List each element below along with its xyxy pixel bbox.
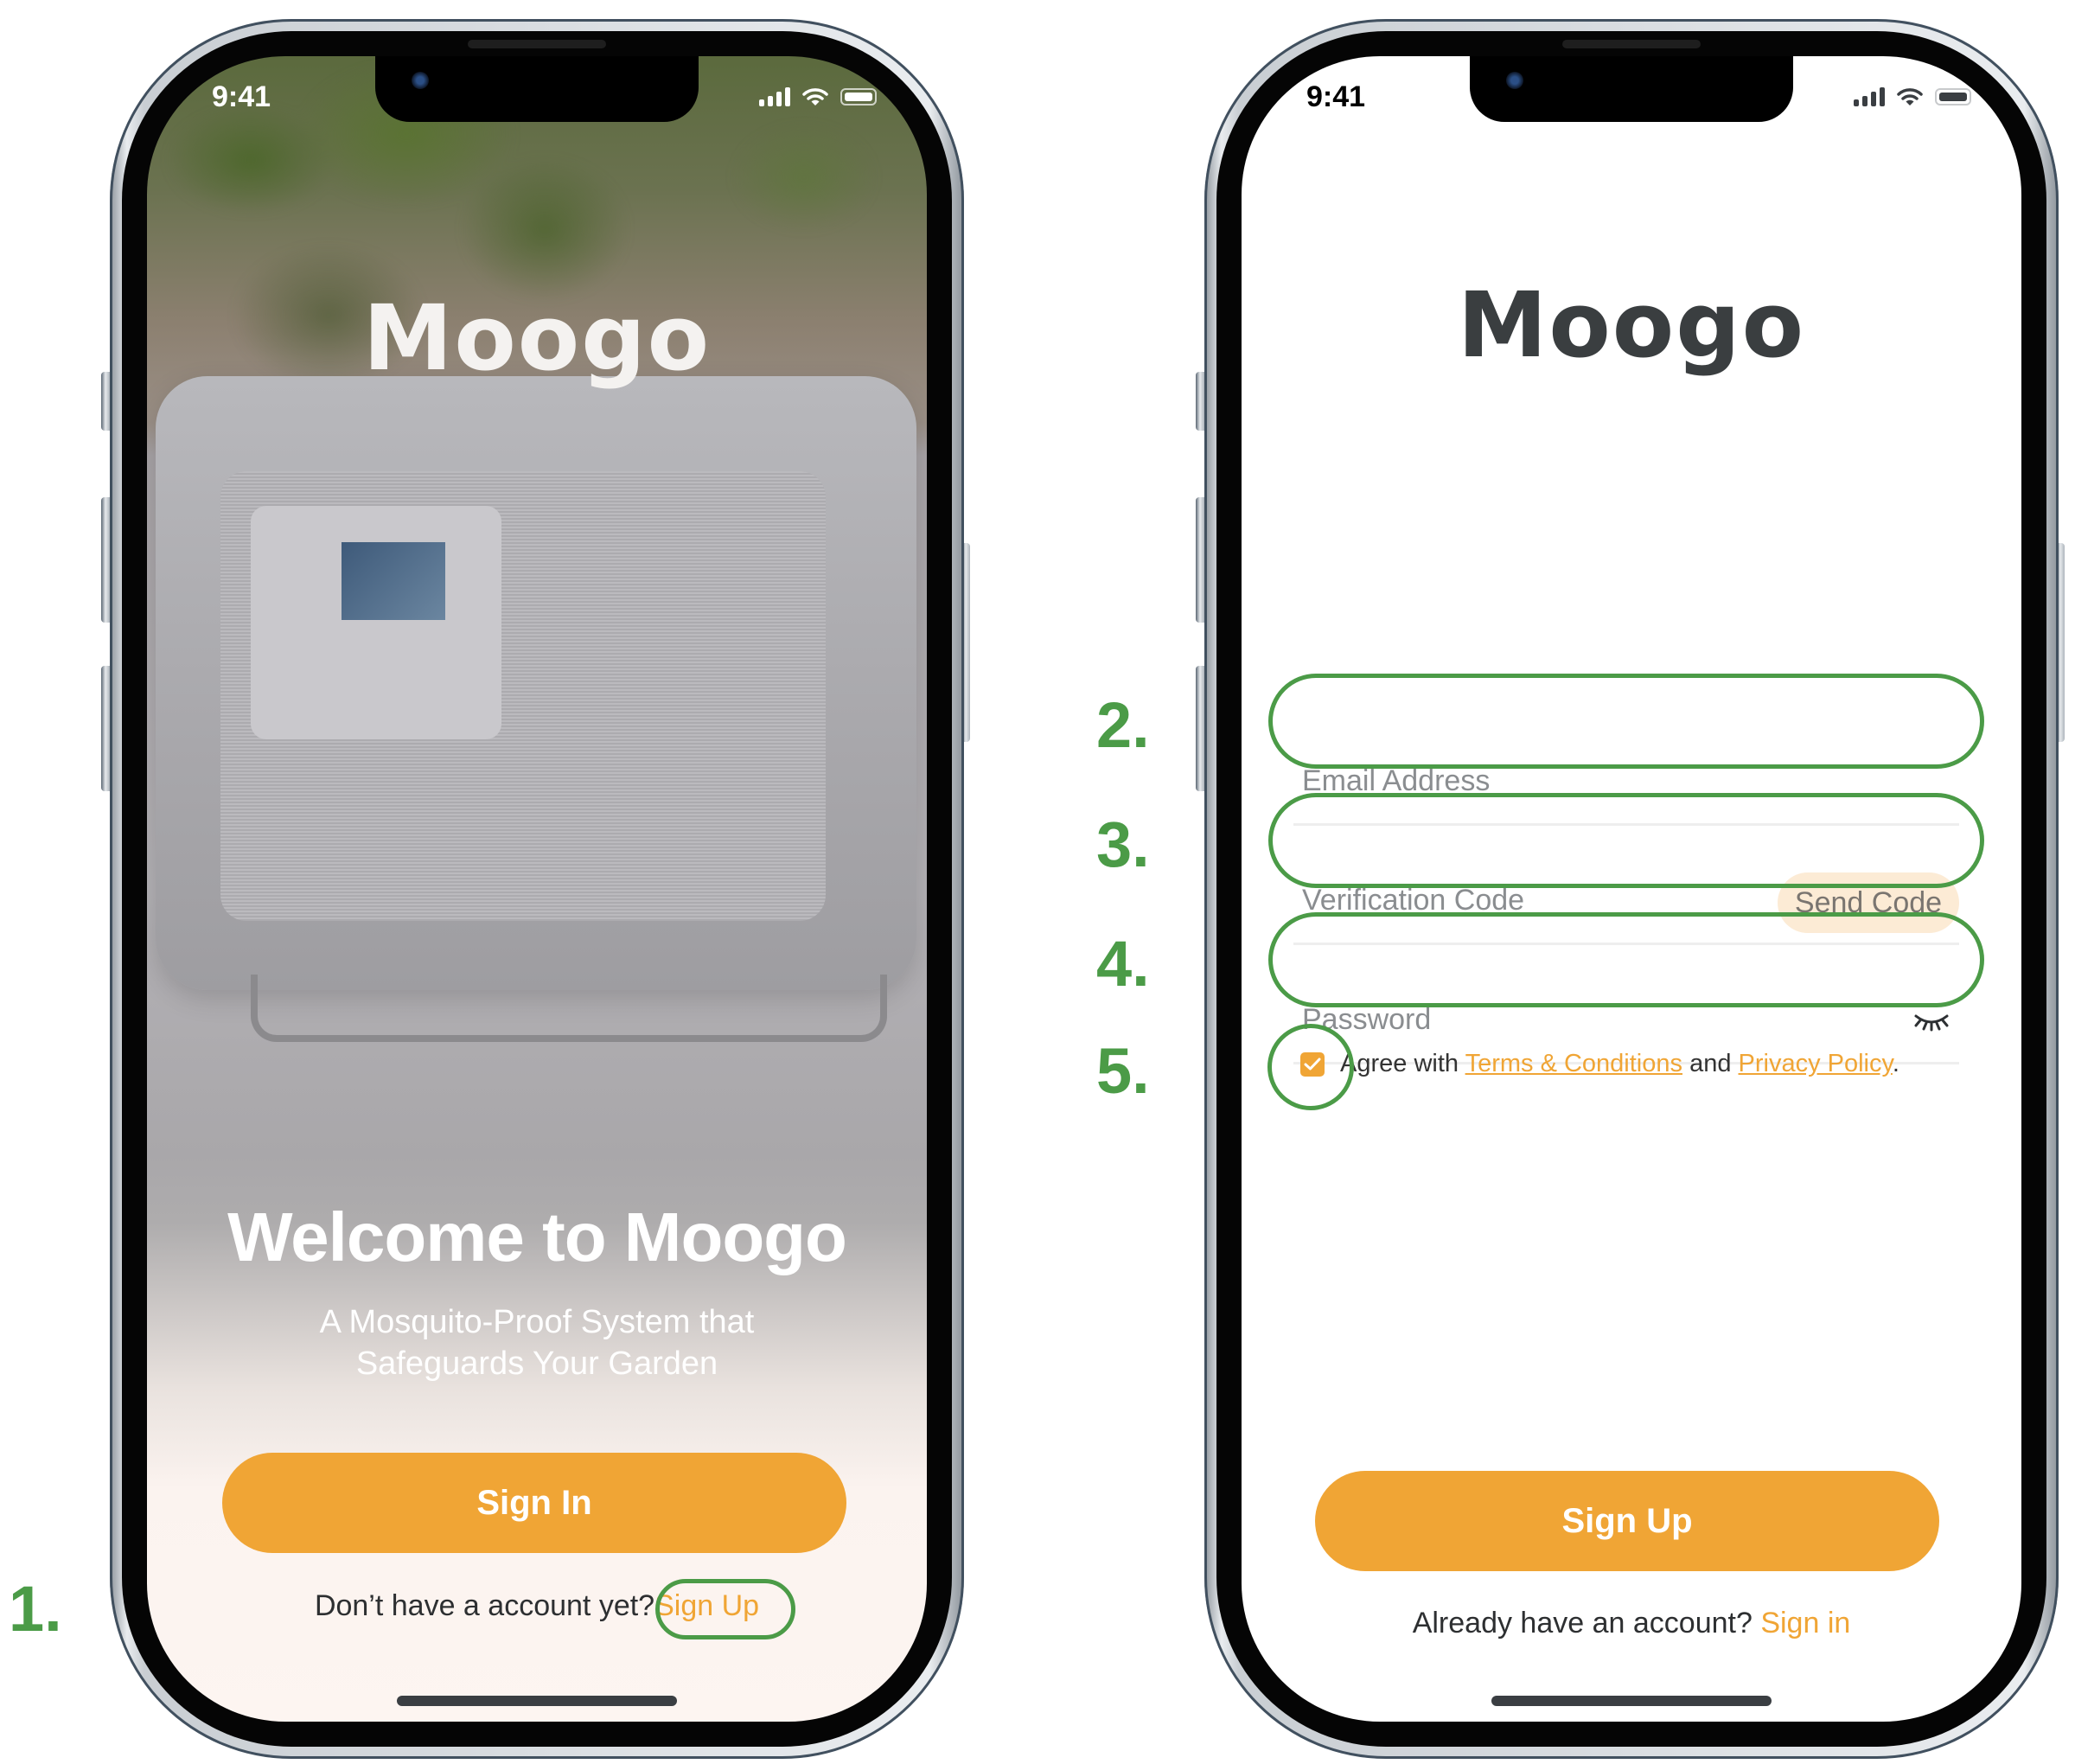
camera-icon <box>1506 72 1523 89</box>
agree-text: Agree with Terms & Conditions and Privac… <box>1340 1050 1899 1078</box>
product-display <box>342 542 445 620</box>
eye-closed-icon[interactable] <box>1912 1011 1950 1032</box>
send-code-button[interactable]: Send Code <box>1778 872 1959 933</box>
moogo-logo: Moogo <box>362 285 712 391</box>
product-stand <box>251 975 887 1042</box>
sign-in-link[interactable]: Sign in <box>1760 1607 1850 1639</box>
battery-icon <box>1935 88 1971 105</box>
agree-terms-row: Agree with Terms & Conditions and Privac… <box>1300 1050 1899 1078</box>
terms-link[interactable]: Terms & Conditions <box>1465 1050 1682 1077</box>
callout-number-1: 1. <box>9 1573 62 1645</box>
callout-number-4: 4. <box>1096 928 1150 1000</box>
volume-up-button <box>1196 497 1204 623</box>
welcome-subtitle: A Mosquito-Proof System that Safeguards … <box>147 1301 927 1384</box>
phone-signup: 9:41 Moogo Send Code <box>1204 19 2059 1759</box>
verification-field-container: Send Code <box>1293 859 1959 945</box>
wifi-icon <box>1897 88 1923 105</box>
camera-icon <box>412 72 429 89</box>
moogo-logo: Moogo <box>1457 272 1806 378</box>
sign-up-prompt: Don’t have a account yet?Sign Up <box>147 1589 927 1623</box>
notch <box>375 56 699 122</box>
status-icons <box>1854 87 1971 106</box>
wifi-icon <box>802 88 828 105</box>
home-indicator <box>397 1696 677 1706</box>
sign-up-button[interactable]: Sign Up <box>1315 1471 1939 1571</box>
sign-in-button[interactable]: Sign In <box>222 1453 846 1553</box>
volume-up-button <box>101 497 110 623</box>
silent-switch <box>101 372 110 431</box>
signup-screen: 9:41 Moogo Send Code <box>1242 56 2021 1722</box>
welcome-screen: 9:41 Moogo Welcome to Moogo A Mosquito-P… <box>147 56 927 1722</box>
speaker-grille <box>468 40 606 48</box>
notch <box>1470 56 1793 122</box>
email-field-container <box>1293 739 1959 826</box>
callout-number-3: 3. <box>1096 808 1150 880</box>
sign-up-link[interactable]: Sign Up <box>654 1589 759 1622</box>
status-time: 9:41 <box>1306 80 1366 113</box>
email-input[interactable] <box>1293 739 1959 823</box>
phone-welcome: 9:41 Moogo Welcome to Moogo A Mosquito-P… <box>110 19 964 1759</box>
status-time: 9:41 <box>212 80 271 113</box>
agree-checkbox[interactable] <box>1300 1051 1325 1077</box>
home-indicator <box>1491 1696 1772 1706</box>
speaker-grille <box>1562 40 1701 48</box>
volume-down-button <box>1196 666 1204 791</box>
callout-number-2: 2. <box>1096 689 1150 761</box>
cellular-signal-icon <box>759 87 790 106</box>
agree-middle: and <box>1689 1050 1732 1077</box>
callout-number-5: 5. <box>1096 1035 1150 1107</box>
welcome-title: Welcome to Moogo <box>227 1198 847 1275</box>
volume-down-button <box>101 666 110 791</box>
welcome-subtitle-line2: Safeguards Your Garden <box>355 1345 718 1382</box>
battery-icon <box>840 88 877 105</box>
product-control-panel <box>251 506 501 739</box>
cellular-signal-icon <box>1854 87 1885 106</box>
have-account-text: Already have an account? <box>1412 1607 1753 1639</box>
silent-switch <box>1196 372 1204 431</box>
no-account-text: Don’t have a account yet? <box>314 1589 655 1622</box>
product-image <box>156 376 916 1042</box>
agree-prefix: Agree with <box>1340 1050 1459 1077</box>
checkmark-icon <box>1304 1058 1321 1070</box>
privacy-policy-link[interactable]: Privacy Policy <box>1739 1050 1893 1077</box>
sign-in-prompt: Already have an account? Sign in <box>1242 1607 2021 1640</box>
welcome-subtitle-line1: A Mosquito-Proof System that <box>319 1304 755 1340</box>
agree-suffix: . <box>1892 1050 1899 1077</box>
status-icons <box>759 87 877 106</box>
